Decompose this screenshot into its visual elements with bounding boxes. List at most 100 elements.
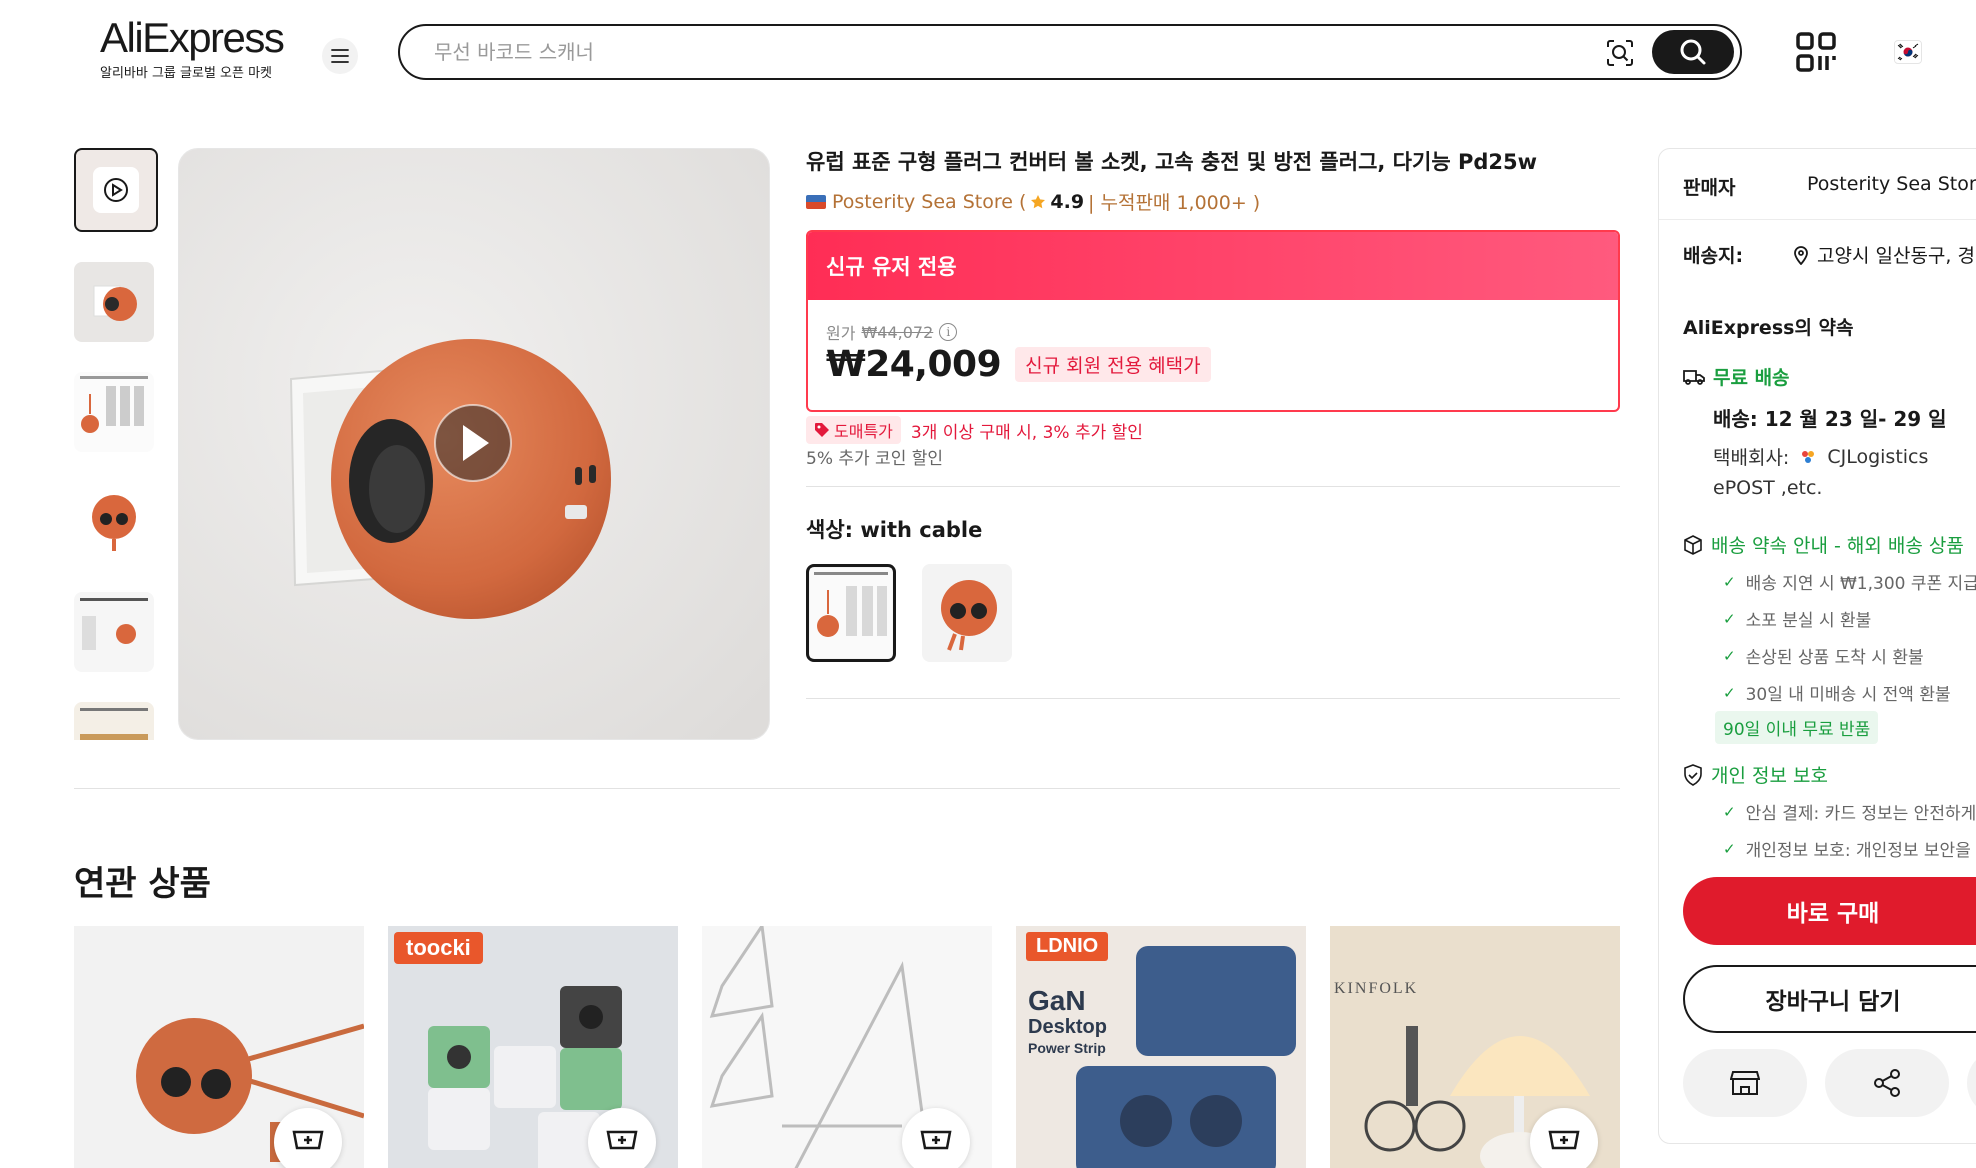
color-variant-with-cable[interactable] [806, 564, 896, 662]
qr-code-icon [1796, 32, 1836, 72]
add-to-cart-button[interactable] [588, 1108, 656, 1168]
card-subheadline: Desktop [1028, 1016, 1107, 1038]
add-to-cart-button[interactable] [902, 1108, 970, 1168]
free-shipping[interactable]: 무료 배송 [1683, 363, 1790, 390]
play-icon [104, 178, 128, 202]
guarantee-item-text: 30일 내 미배송 시 전액 환불 [1745, 685, 1951, 705]
free-return-badge: 90일 이내 무료 반품 [1715, 711, 1879, 744]
courier-row: 택배회사: CJLogistics [1713, 443, 1928, 470]
card-caption: KINFOLK [1334, 980, 1419, 997]
ship-to-label: 배송지: [1683, 245, 1744, 267]
bulk-discount-text: 3개 이상 구매 시, 3% 추가 할인 [910, 422, 1143, 443]
original-price-row: 원가 ₩44,072 i [826, 320, 958, 344]
search-bar [398, 24, 1742, 80]
promise-title: AliExpress의 약속 [1683, 317, 1854, 339]
privacy-item: ✓ 안심 결제: 카드 정보는 안전하게 보호됩니다 [1723, 799, 1976, 825]
guarantee-item: ✓ 30일 내 미배송 시 전액 환불 [1723, 680, 1951, 706]
ship-to-text: 고양시 일산동구, 경기도 [1817, 245, 1976, 267]
store-icon [1730, 1071, 1760, 1095]
divider [806, 698, 1620, 699]
section-divider [74, 788, 1620, 789]
korea-flag-icon[interactable] [1894, 40, 1922, 64]
seller-label: 판매자 [1683, 177, 1736, 199]
add-to-cart-button[interactable] [1530, 1108, 1598, 1168]
related-product-card[interactable]: LDNIO GaN Desktop Power Strip [1016, 926, 1306, 1168]
info-icon[interactable]: i [939, 323, 958, 341]
search-icon [1680, 39, 1706, 65]
add-to-cart-button[interactable]: 장바구니 담기 [1683, 965, 1976, 1033]
seller-name[interactable]: Posterity Sea Store [1807, 173, 1976, 195]
courier-more: ePOST ,etc. [1713, 477, 1823, 499]
image-search-button[interactable] [1602, 35, 1638, 71]
check-icon: ✓ [1723, 572, 1736, 591]
add-to-cart-button[interactable] [274, 1108, 342, 1168]
aliexpress-logo[interactable]: AliExpress 알리바바 그룹 글로벌 오픈 마켓 [100, 14, 300, 82]
buy-now-button[interactable]: 바로 구매 [1683, 877, 1976, 945]
truck-icon [1683, 369, 1705, 385]
store-info[interactable]: Posterity Sea Store ( 4.9 | 누적판매 1,000+ … [806, 188, 1260, 215]
privacy-item-text: 안심 결제: 카드 정보는 안전하게 보호됩니다 [1745, 804, 1976, 824]
coin-discount-text: 5% 추가 코인 할인 [806, 449, 944, 469]
guarantee-item: ✓ 손상된 상품 도착 시 환불 [1723, 643, 1924, 669]
promo-header: 신규 유저 전용 [808, 232, 1618, 300]
thumbnail-image[interactable] [74, 262, 154, 342]
delivery-guarantee[interactable]: 배송 약속 안내 - 해외 배송 상품 [1683, 531, 1964, 558]
delivery-date: 배송: 12 월 23 일- 29 일 [1713, 407, 1947, 431]
thumbnail-video[interactable] [74, 148, 158, 232]
sold-count: | 누적판매 1,000+ ) [1088, 192, 1261, 214]
thumbnail-image[interactable] [74, 702, 154, 740]
cart-add-icon [920, 1130, 952, 1150]
purchase-panel: 판매자 Posterity Sea Store 배송지: 고양시 일산동구, 경… [1658, 148, 1976, 1144]
check-icon: ✓ [1723, 839, 1736, 858]
thumbnail-image[interactable] [74, 372, 154, 452]
product-title: 유럽 표준 구형 플러그 컨버터 볼 소켓, 고속 충전 및 방전 플러그, 다… [806, 150, 1538, 174]
brand-badge: LDNIO [1026, 932, 1109, 961]
share-button[interactable] [1825, 1049, 1949, 1117]
box-icon [1684, 534, 1702, 555]
qr-code-button[interactable] [1794, 30, 1838, 74]
divider [1659, 219, 1976, 220]
search-input[interactable] [434, 38, 1584, 66]
bulk-discount-tag: 도매특가 [806, 416, 901, 444]
related-product-card[interactable]: KINFOLK [1330, 926, 1620, 1168]
main-product-image[interactable] [178, 148, 770, 740]
menu-button[interactable] [322, 38, 358, 74]
color-variant-ball[interactable] [922, 564, 1012, 662]
camera-scan-icon [1607, 40, 1633, 66]
privacy-title: 개인 정보 보호 [1711, 765, 1828, 787]
courier-name: CJLogistics [1827, 445, 1929, 468]
check-icon: ✓ [1723, 802, 1736, 821]
store-name[interactable]: Posterity Sea Store ( [832, 191, 1026, 213]
original-price: ₩44,072 [861, 322, 934, 342]
thumbnail-image[interactable] [74, 592, 154, 672]
guarantee-item-text: 소포 분실 시 환불 [1745, 611, 1872, 631]
brand-badge: toocki [394, 932, 483, 964]
store-button[interactable] [1683, 1049, 1807, 1117]
card-caption: Power Strip [1028, 1040, 1106, 1056]
price-row: ₩24,009 신규 회원 전용 혜택가 [826, 344, 1211, 385]
cart-add-icon [292, 1130, 324, 1150]
related-product-card[interactable]: toocki [388, 926, 678, 1168]
ship-to-location[interactable]: 고양시 일산동구, 경기도 [1793, 241, 1976, 268]
tag-icon [815, 423, 829, 437]
check-icon: ✓ [1723, 683, 1736, 702]
search-button[interactable] [1652, 30, 1734, 74]
related-product-card[interactable] [74, 926, 364, 1168]
wishlist-button[interactable] [1967, 1049, 1976, 1117]
guarantee-item: ✓ 배송 지연 시 ₩1,300 쿠폰 지급 [1723, 569, 1976, 595]
courier-label: 택배회사: [1713, 447, 1790, 469]
privacy-protection[interactable]: 개인 정보 보호 [1683, 761, 1828, 788]
store-rating: 4.9 [1050, 190, 1085, 213]
cj-logo-icon [1802, 450, 1815, 463]
thumbnail-image[interactable] [74, 482, 154, 562]
privacy-item-text: 개인정보 보호: 개인정보 보안을 보장합니다 [1745, 841, 1976, 861]
star-icon [1031, 194, 1046, 208]
free-shipping-label: 무료 배송 [1713, 367, 1790, 389]
logo-wordmark: AliExpress [100, 14, 285, 61]
bulk-tag-label: 도매특가 [834, 422, 893, 441]
guarantee-item: ✓ 소포 분실 시 환불 [1723, 606, 1872, 632]
related-product-card[interactable] [702, 926, 992, 1168]
thumbnail-list [74, 148, 158, 740]
cart-add-icon [606, 1130, 638, 1150]
guarantee-item-text: 배송 지연 시 ₩1,300 쿠폰 지급 [1745, 574, 1976, 594]
